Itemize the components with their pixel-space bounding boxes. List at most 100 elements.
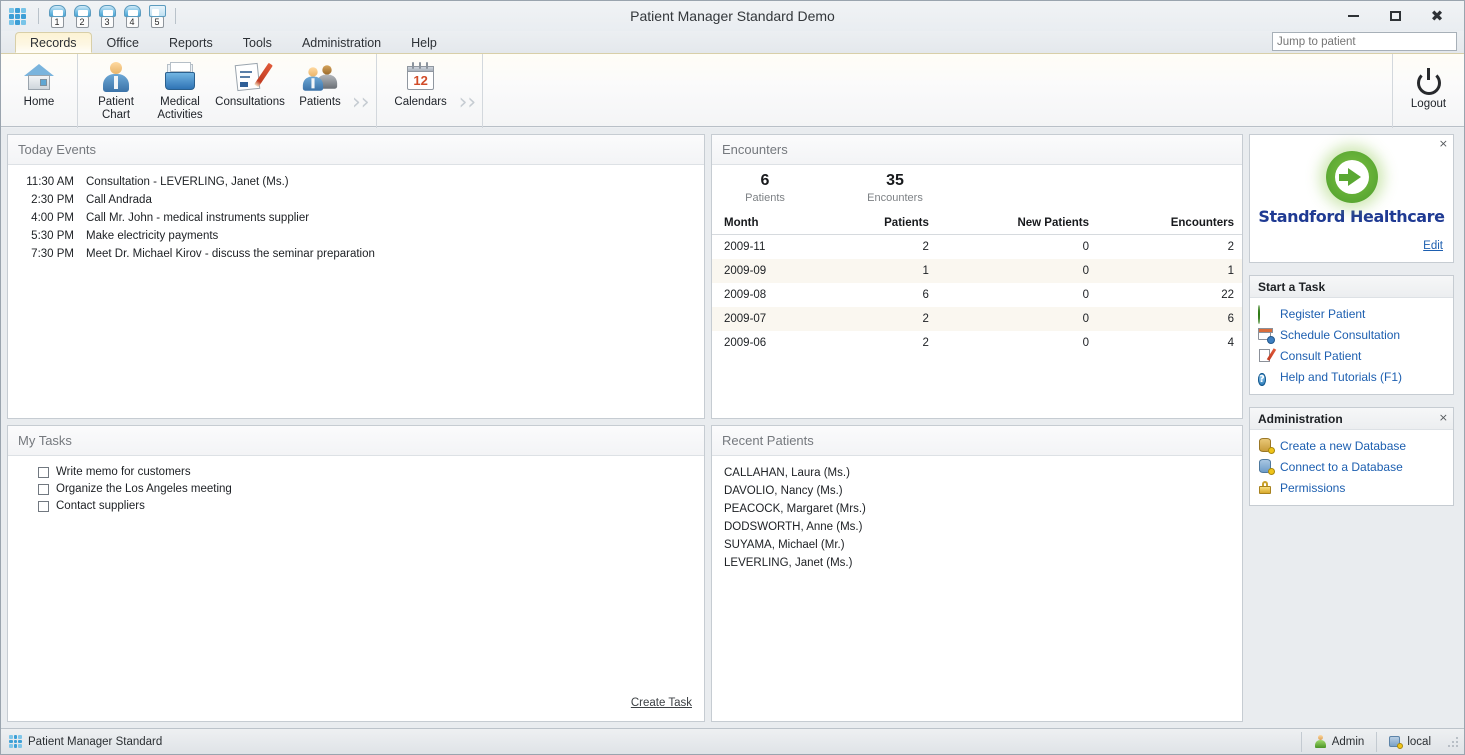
- list-item[interactable]: 5:30 PM Make electricity payments: [8, 227, 704, 245]
- sidebar-item-help-and-tutorials[interactable]: ? Help and Tutorials (F1): [1250, 366, 1453, 387]
- cell-encounters: 22: [1221, 289, 1234, 301]
- ribbon-item-patient-chart[interactable]: Patient Chart: [84, 58, 148, 122]
- list-item[interactable]: DAVOLIO, Nancy (Ms.): [712, 482, 1242, 500]
- calendar-clock-icon: [1258, 327, 1275, 344]
- consultations-icon: [233, 61, 273, 93]
- list-item[interactable]: Write memo for customers: [8, 464, 704, 481]
- shortcut-number: 5: [150, 16, 164, 28]
- list-item[interactable]: PEACOCK, Margaret (Mrs.): [712, 500, 1242, 518]
- close-icon[interactable]: ×: [1439, 137, 1448, 150]
- task-checkbox[interactable]: [38, 467, 49, 478]
- list-item[interactable]: 11:30 AM Consultation - LEVERLING, Janet…: [8, 173, 704, 191]
- home-icon: [22, 61, 56, 93]
- lock-icon: [1258, 480, 1273, 495]
- minimize-button[interactable]: [1340, 5, 1366, 27]
- ribbon-item-patients[interactable]: Patients: [288, 58, 352, 109]
- list-item[interactable]: CALLAHAN, Laura (Ms.): [712, 464, 1242, 482]
- stat-patients: 6 Patients: [730, 171, 800, 205]
- ribbon-overflow-chevron[interactable]: ››: [352, 92, 370, 114]
- ribbon-group-records: Patient Chart Medical Activities Consult…: [78, 54, 377, 128]
- status-app-label: Patient Manager Standard: [28, 735, 163, 748]
- status-connection[interactable]: local: [1376, 731, 1443, 752]
- table-row[interactable]: 2009-08 6 0 22: [712, 283, 1242, 307]
- event-text: Make electricity payments: [86, 230, 219, 242]
- close-icon[interactable]: ×: [1439, 411, 1448, 424]
- stat-label: Encounters: [867, 192, 923, 204]
- ribbon-item-consultations[interactable]: Consultations: [212, 58, 288, 109]
- column-header-patients[interactable]: Patients: [825, 213, 937, 235]
- ribbon-item-label: Patient: [98, 96, 134, 108]
- cell-patients: 6: [922, 289, 929, 301]
- tab-tools[interactable]: Tools: [228, 32, 287, 53]
- cell-encounters: 4: [1227, 337, 1234, 349]
- sidebar-item-register-patient[interactable]: Register Patient: [1250, 303, 1453, 324]
- ribbon-tab-bar: Records Office Reports Tools Administrat…: [1, 31, 1464, 53]
- quick-access-button-4[interactable]: 4: [121, 4, 143, 28]
- table-row[interactable]: 2009-06 2 0 4: [712, 331, 1242, 355]
- sidebar-item-schedule-consultation[interactable]: Schedule Consultation: [1250, 324, 1453, 345]
- organization-logo-card: × Standford Healthcare Edit: [1249, 134, 1454, 263]
- tab-administration[interactable]: Administration: [287, 32, 396, 53]
- list-item[interactable]: 4:00 PM Call Mr. John - medical instrume…: [8, 209, 704, 227]
- shortcut-number: 3: [100, 16, 114, 28]
- list-item[interactable]: DODSWORTH, Anne (Ms.): [712, 518, 1242, 536]
- medical-activities-icon: [163, 61, 197, 93]
- tab-records[interactable]: Records: [15, 32, 92, 53]
- today-events-list: 11:30 AM Consultation - LEVERLING, Janet…: [8, 165, 704, 418]
- task-checkbox[interactable]: [38, 484, 49, 495]
- close-button[interactable]: ✖: [1424, 5, 1450, 27]
- tab-help[interactable]: Help: [396, 32, 452, 53]
- calendars-icon: [148, 5, 166, 17]
- cell-month: 2009-09: [724, 265, 767, 277]
- workspace: Today Events 11:30 AM Consultation - LEV…: [1, 128, 1464, 728]
- ribbon-item-label-2: Activities: [157, 109, 203, 121]
- cell-month: 2009-08: [724, 289, 767, 301]
- quick-access-button-5[interactable]: 5: [146, 4, 168, 28]
- list-item[interactable]: SUYAMA, Michael (Mr.): [712, 536, 1242, 554]
- logout-button[interactable]: Logout: [1392, 54, 1464, 128]
- app-menu-icon[interactable]: [9, 7, 26, 25]
- stat-value: 35: [886, 172, 904, 189]
- list-item[interactable]: 7:30 PM Meet Dr. Michael Kirov - discuss…: [8, 245, 704, 263]
- tab-office[interactable]: Office: [92, 32, 154, 53]
- column-header-encounters[interactable]: Encounters: [1097, 213, 1242, 235]
- table-row[interactable]: 2009-09 1 0 1: [712, 259, 1242, 283]
- resize-grip[interactable]: [1447, 734, 1461, 749]
- task-checkbox[interactable]: [38, 501, 49, 512]
- sidebar-item-consult-patient[interactable]: Consult Patient: [1250, 345, 1453, 366]
- ribbon-item-medical-activities[interactable]: Medical Activities: [148, 58, 212, 122]
- quick-access-button-1[interactable]: 1: [46, 4, 68, 28]
- status-user[interactable]: Admin: [1300, 731, 1377, 752]
- ribbon-item-calendars[interactable]: 12 Calendars: [383, 58, 459, 109]
- sidebar-item-permissions[interactable]: Permissions: [1250, 477, 1453, 498]
- quick-access-button-2[interactable]: 2: [71, 4, 93, 28]
- list-item[interactable]: 2:30 PM Call Andrada: [8, 191, 704, 209]
- list-item[interactable]: LEVERLING, Janet (Ms.): [712, 554, 1242, 572]
- task-label: Contact suppliers: [56, 500, 145, 512]
- cell-new-patients: 0: [1082, 337, 1090, 349]
- ribbon-overflow-chevron-2[interactable]: ››: [459, 92, 477, 114]
- quick-access-button-3[interactable]: 3: [96, 4, 118, 28]
- sidebar-item-connect-database[interactable]: Connect to a Database: [1250, 456, 1453, 477]
- column-header-month[interactable]: Month: [712, 213, 826, 235]
- stat-encounters: 35 Encounters: [860, 171, 930, 205]
- list-item[interactable]: Organize the Los Angeles meeting: [8, 481, 704, 498]
- sidebar-item-create-database[interactable]: Create a new Database: [1250, 435, 1453, 456]
- encounters-body: 6 Patients 35 Encounters Month Patients …: [712, 165, 1242, 418]
- list-item[interactable]: Contact suppliers: [8, 498, 704, 515]
- window-title: Patient Manager Standard Demo: [630, 8, 835, 24]
- patient-chart-icon: [99, 61, 133, 93]
- table-row[interactable]: 2009-11 2 0 2: [712, 235, 1242, 260]
- database-new-icon: [1258, 438, 1275, 454]
- jump-to-patient-input[interactable]: [1272, 32, 1457, 51]
- edit-logo-link[interactable]: Edit: [1423, 240, 1443, 252]
- column-header-new-patients[interactable]: New Patients: [936, 213, 1098, 235]
- maximize-button[interactable]: [1382, 5, 1408, 27]
- panel-title: Encounters: [712, 135, 1242, 165]
- table-row[interactable]: 2009-07 2 0 6: [712, 307, 1242, 331]
- tab-reports[interactable]: Reports: [154, 32, 228, 53]
- create-task-link[interactable]: Create Task: [631, 697, 692, 709]
- ribbon-item-home[interactable]: Home: [7, 58, 71, 109]
- database-connect-icon: [1258, 459, 1275, 475]
- event-text: Call Mr. John - medical instruments supp…: [86, 212, 310, 224]
